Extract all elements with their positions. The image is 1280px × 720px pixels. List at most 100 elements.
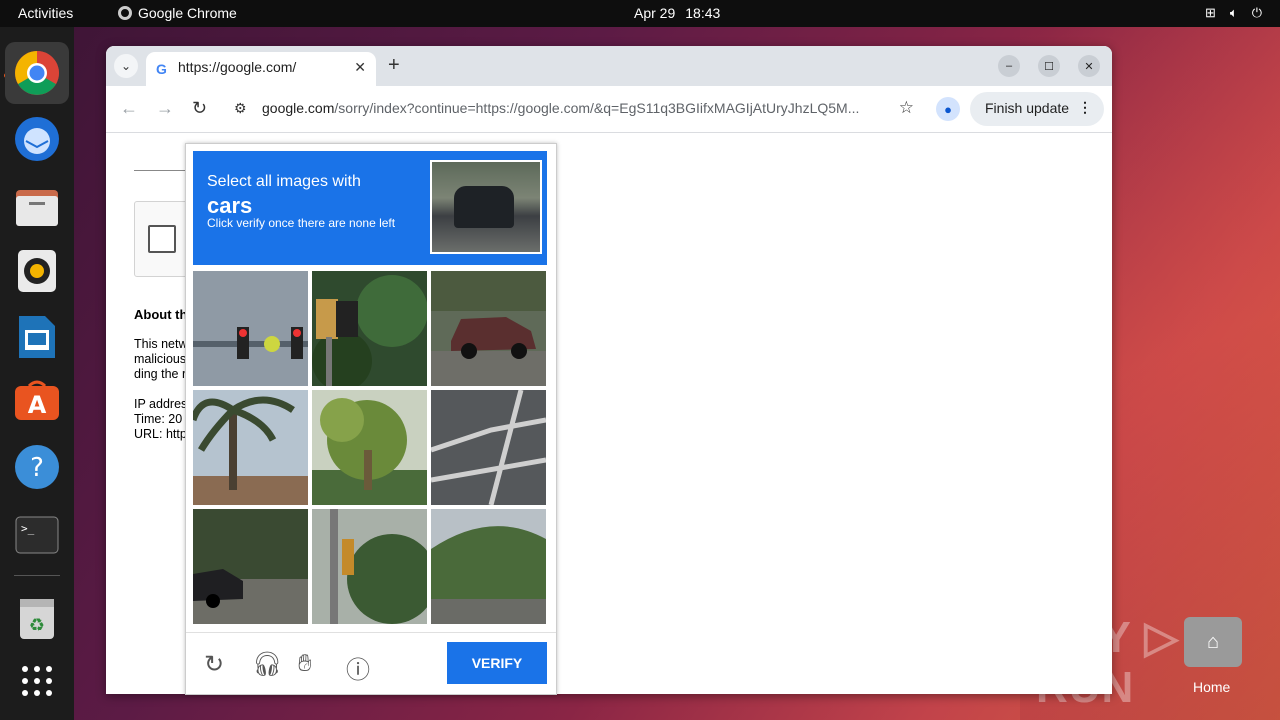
dock-thunderbird[interactable] — [13, 115, 61, 163]
captcha-tile[interactable] — [312, 271, 427, 386]
dock-files[interactable] — [13, 183, 61, 231]
help-icon: ? — [15, 445, 59, 489]
headphones-icon[interactable]: 🎧︎ — [252, 650, 282, 679]
minimize-button[interactable]: – — [998, 55, 1020, 77]
app-name: Google Chrome — [138, 5, 237, 21]
url-host: google.com — [262, 100, 335, 116]
tab-search-button[interactable]: ⌄ — [114, 54, 138, 78]
dock-app-center[interactable]: A — [13, 377, 61, 425]
dock-show-apps[interactable] — [13, 657, 61, 705]
svg-text:>_: >_ — [21, 522, 35, 535]
paragraph-line: malicious — [134, 352, 187, 366]
volume-icon: 🔈︎ — [1229, 5, 1238, 20]
captcha-tile[interactable] — [193, 390, 308, 505]
captcha-instruction: Select all images with — [207, 173, 361, 190]
palm-tree-image — [193, 390, 308, 505]
recaptcha-checkbox[interactable] — [148, 225, 176, 253]
url-text[interactable]: google.com/sorry/index?continue=https://… — [262, 100, 902, 116]
verify-button[interactable]: VERIFY — [447, 642, 547, 684]
captcha-tile[interactable] — [312, 509, 427, 624]
new-tab-button[interactable]: + — [388, 54, 400, 77]
home-folder-icon[interactable]: ⌂ — [1184, 617, 1242, 667]
profile-avatar-icon[interactable]: ● — [936, 97, 960, 121]
home-label: Home — [1193, 679, 1231, 695]
time-line: Time: 20 — [134, 412, 183, 426]
dock-terminal[interactable]: >_ — [13, 511, 61, 559]
hand-icon[interactable]: ✋︎ — [298, 650, 312, 678]
svg-text:A: A — [28, 391, 47, 419]
trash-icon: ♻ — [20, 599, 54, 639]
maximize-icon: ☐ — [1044, 60, 1054, 73]
finish-update-button[interactable]: Finish update ⋮ — [970, 92, 1104, 126]
tab-strip: ⌄ G https://google.com/ ✕ + – ☐ ✕ — [106, 46, 1112, 86]
date: Apr 29 — [634, 5, 676, 21]
app-menu[interactable]: Google Chrome — [118, 5, 237, 21]
car-image — [193, 509, 308, 624]
bookmark-star-icon[interactable]: ☆ — [899, 98, 914, 118]
tab-title: https://google.com/ — [178, 59, 297, 75]
app-center-icon: A — [15, 380, 59, 420]
info-icon[interactable]: ⓘ — [346, 650, 370, 685]
refresh-icon[interactable]: ↻ — [204, 650, 224, 679]
thunderbird-icon — [15, 117, 59, 161]
hill-image — [431, 509, 546, 624]
back-icon[interactable]: ← — [120, 98, 138, 119]
svg-text:?: ? — [30, 453, 44, 483]
captcha-tile[interactable] — [193, 271, 308, 386]
traffic-light-image — [312, 509, 427, 624]
dock-separator — [14, 575, 60, 576]
captcha-tile[interactable] — [312, 390, 427, 505]
rhythmbox-icon — [18, 250, 56, 292]
minimize-icon: – — [1005, 60, 1013, 72]
time: 18:43 — [685, 5, 721, 21]
forward-icon[interactable]: → — [156, 98, 174, 119]
reload-icon[interactable]: ↻ — [192, 98, 207, 119]
dock-chrome[interactable] — [5, 42, 69, 104]
about-heading: About th — [134, 307, 188, 322]
url-path: /sorry/index?continue=https://google.com… — [334, 100, 860, 116]
chrome-small-icon — [118, 6, 132, 20]
paragraph-line: This netw — [134, 337, 188, 351]
clock[interactable]: Apr 29 18:43 — [634, 5, 730, 21]
captcha-challenge: Select all images with cars Click verify… — [185, 143, 557, 695]
captcha-tile[interactable] — [193, 509, 308, 624]
dock: A ? >_ ♻ — [0, 27, 74, 720]
dock-rhythmbox[interactable] — [13, 247, 61, 295]
kebab-menu-icon: ⋮ — [1078, 99, 1092, 115]
terminal-icon: >_ — [15, 516, 59, 554]
captcha-tile[interactable] — [431, 390, 546, 505]
url-line: URL: http — [134, 427, 187, 441]
sample-car — [454, 186, 514, 228]
captcha-tile[interactable] — [431, 271, 546, 386]
close-window-button[interactable]: ✕ — [1078, 55, 1100, 77]
maximize-button[interactable]: ☐ — [1038, 55, 1060, 77]
paragraph-line: ding the r — [134, 367, 187, 381]
activities-button[interactable]: Activities — [18, 5, 73, 21]
power-icon: ⏻ — [1251, 5, 1262, 20]
system-tray[interactable]: ⊞ 🔈︎ ⏻ — [1205, 5, 1262, 21]
top-bar: Activities Google Chrome Apr 29 18:43 ⊞ 🔈… — [0, 0, 1280, 27]
ip-address-line: IP addres — [134, 397, 188, 411]
libreoffice-impress-icon — [19, 316, 55, 358]
chevron-down-icon: ⌄ — [120, 59, 132, 73]
network-icon: ⊞ — [1204, 5, 1216, 20]
dock-impress[interactable] — [13, 313, 61, 361]
tab-google[interactable]: G https://google.com/ ✕ — [146, 52, 376, 86]
traffic-light-image — [312, 271, 427, 386]
google-favicon-icon: G — [156, 61, 167, 77]
close-icon[interactable]: ✕ — [354, 59, 366, 76]
road-image — [431, 390, 546, 505]
site-info-icon[interactable]: ⚙ — [234, 100, 247, 117]
close-icon: ✕ — [1084, 60, 1094, 73]
address-bar[interactable]: ⚙ google.com/sorry/index?continue=https:… — [224, 92, 922, 126]
dock-help[interactable]: ? — [13, 443, 61, 491]
captcha-tile[interactable] — [431, 509, 546, 624]
dock-trash[interactable]: ♻ — [13, 594, 61, 642]
files-icon — [16, 190, 58, 226]
palm-tree-image — [312, 390, 427, 505]
toolbar: ← → ↻ ⚙ google.com/sorry/index?continue=… — [106, 86, 1112, 133]
captcha-hint: Click verify once there are none left — [207, 216, 396, 230]
captcha-sample-image — [430, 160, 542, 254]
chrome-icon — [15, 51, 59, 95]
car-image — [431, 271, 546, 386]
